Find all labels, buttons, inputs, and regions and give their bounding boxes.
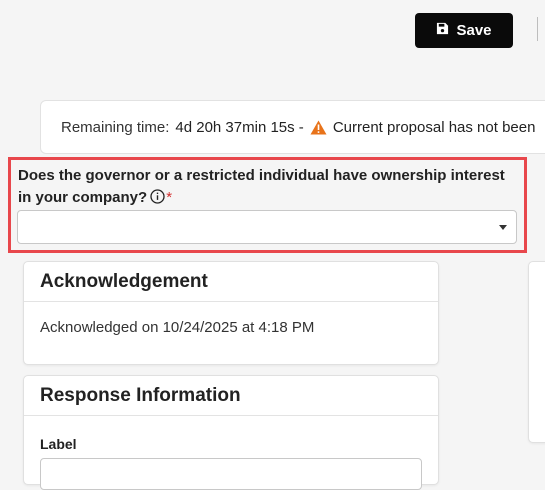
label-input[interactable]: [40, 458, 422, 490]
toolbar-divider: [537, 17, 538, 41]
label-field-label: Label: [40, 436, 77, 452]
warning-triangle-icon: [310, 120, 327, 135]
ownership-question-field: Does the governor or a restricted indivi…: [8, 157, 527, 253]
acknowledgement-card: Acknowledgement Acknowledged on 10/24/20…: [23, 261, 439, 365]
save-button-label: Save: [456, 22, 492, 39]
floppy-disk-icon: [436, 22, 449, 39]
response-information-title: Response Information: [24, 376, 438, 416]
acknowledgement-title: Acknowledgement: [24, 262, 438, 302]
save-button[interactable]: Save: [415, 13, 513, 48]
ownership-question-label: Does the governor or a restricted indivi…: [18, 165, 518, 211]
ownership-select[interactable]: [17, 210, 517, 244]
acknowledgement-text: Acknowledged on 10/24/2025 at 4:18 PM: [40, 319, 315, 336]
remaining-time-label: Remaining time:: [61, 118, 170, 136]
response-information-card: Response Information Label: [23, 375, 439, 490]
required-indicator: *: [166, 189, 173, 206]
info-circle-icon[interactable]: [150, 189, 165, 211]
side-card: [528, 261, 545, 443]
chevron-down-icon[interactable]: [499, 225, 507, 230]
question-text: Does the governor or a restricted indivi…: [18, 167, 505, 206]
remaining-time-value: 4d 20h 37min 15s -: [175, 118, 304, 136]
remaining-time-banner: Remaining time: 4d 20h 37min 15s - Curre…: [40, 100, 545, 154]
proposal-status-message: Current proposal has not been: [332, 118, 536, 136]
